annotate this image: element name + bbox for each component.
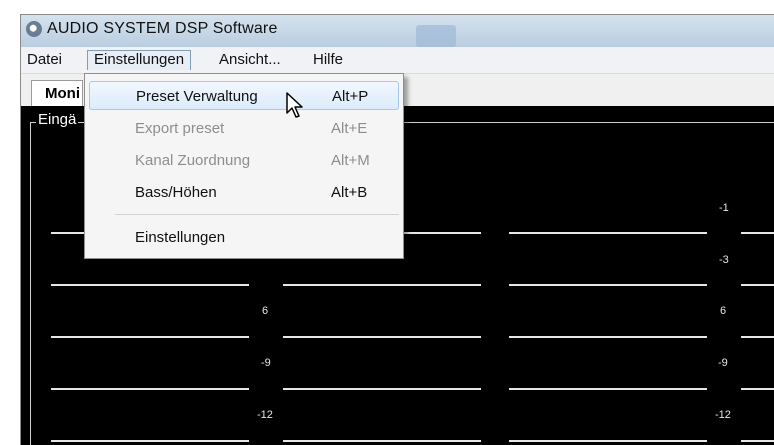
scale-value: -9: [261, 357, 271, 369]
level-line: [741, 336, 774, 338]
menu-item-label: Kanal Zuordnung: [135, 152, 251, 169]
scale-value: -1: [719, 202, 729, 214]
scale-value: -9: [718, 357, 728, 369]
menu-datei[interactable]: Datei: [27, 51, 62, 68]
level-line: [51, 388, 249, 390]
level-line: [509, 388, 707, 390]
menu-item-einstellungen[interactable]: Einstellungen: [89, 223, 399, 252]
level-line: [509, 232, 707, 234]
menu-item-label: Einstellungen: [135, 229, 226, 246]
level-line: [509, 336, 707, 338]
menu-item-shortcut: Alt+M: [331, 152, 370, 169]
scale-value: -12: [257, 409, 273, 421]
scale-value: 6: [720, 305, 727, 317]
speaker-icon: [26, 21, 42, 37]
level-line: [509, 284, 707, 286]
level-line: [51, 284, 249, 286]
menu-item-label: Export preset: [135, 120, 225, 137]
menu-item-preset-verwaltung[interactable]: Preset Verwaltung Alt+P: [89, 81, 399, 110]
level-line: [509, 440, 707, 442]
level-line: [51, 336, 249, 338]
menu-ansicht[interactable]: Ansicht...: [219, 51, 281, 68]
menu-bar: Datei Einstellungen Ansicht... Hilfe: [21, 47, 774, 74]
window-title: AUDIO SYSTEM DSP Software: [47, 20, 278, 37]
input-group-label: Eingä: [36, 111, 79, 128]
level-line: [51, 440, 249, 442]
menu-item-export-preset[interactable]: Export preset Alt+E: [89, 114, 399, 143]
level-line: [283, 388, 481, 390]
level-line: [741, 440, 774, 442]
level-line: [283, 336, 481, 338]
scale-value: -12: [715, 409, 731, 421]
tab-monitor[interactable]: Moni: [31, 80, 83, 106]
menu-item-label: Bass/Höhen: [135, 184, 217, 201]
menu-item-bass-hoehen[interactable]: Bass/Höhen Alt+B: [89, 178, 399, 207]
menu-item-shortcut: Alt+E: [331, 120, 368, 137]
level-line: [283, 284, 481, 286]
scale-value: 6: [262, 305, 269, 317]
scale-value: -3: [719, 254, 729, 266]
menu-item-label: Preset Verwaltung: [136, 88, 258, 105]
menu-item-shortcut: Alt+B: [331, 184, 368, 201]
menu-item-shortcut: Alt+P: [332, 88, 369, 105]
title-bar-glow: [416, 25, 456, 47]
level-line: [741, 284, 774, 286]
level-line: [283, 440, 481, 442]
menu-einstellungen[interactable]: Einstellungen: [87, 50, 192, 70]
einstellungen-dropdown: Preset Verwaltung Alt+P Export preset Al…: [84, 73, 404, 259]
menu-separator: [115, 214, 399, 215]
level-line: [741, 388, 774, 390]
level-line: [741, 232, 774, 234]
menu-hilfe[interactable]: Hilfe: [313, 51, 343, 68]
menu-item-kanal-zuordnung[interactable]: Kanal Zuordnung Alt+M: [89, 146, 399, 175]
title-bar: AUDIO SYSTEM DSP Software: [21, 15, 774, 47]
arrow-pointer-icon: [286, 92, 303, 118]
